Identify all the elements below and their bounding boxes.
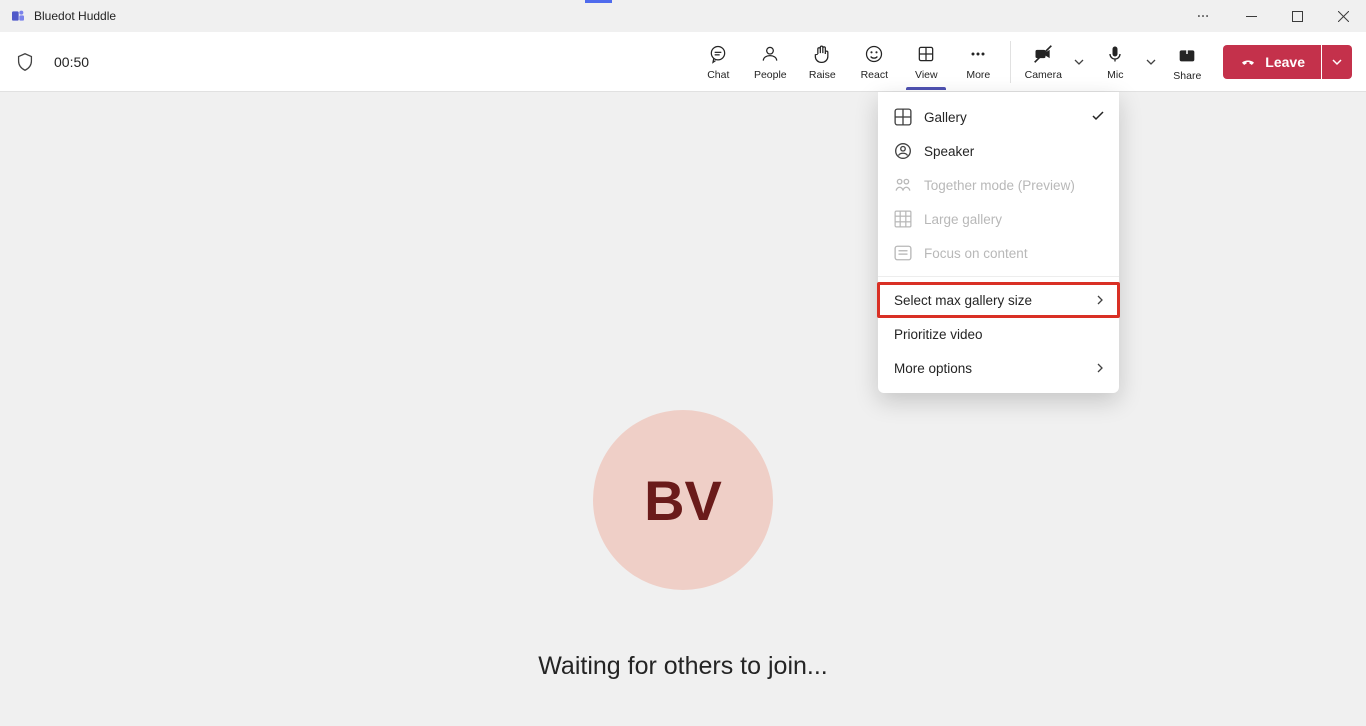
- together-icon: [894, 176, 912, 194]
- mic-button[interactable]: Mic: [1089, 34, 1141, 90]
- gallery-icon: [894, 108, 912, 126]
- dropdown-item-large-gallery: Large gallery: [878, 202, 1119, 236]
- focus-content-icon: [894, 244, 912, 262]
- dropdown-item-max-gallery[interactable]: Select max gallery size: [878, 283, 1119, 317]
- titlebar: Bluedot Huddle: [0, 0, 1366, 32]
- react-button[interactable]: React: [848, 34, 900, 90]
- dropdown-label: Select max gallery size: [894, 293, 1032, 308]
- speaker-icon: [894, 142, 912, 160]
- chevron-right-icon: [1095, 361, 1105, 376]
- minimize-button[interactable]: [1228, 0, 1274, 32]
- people-button[interactable]: People: [744, 34, 796, 90]
- leave-label: Leave: [1265, 54, 1305, 70]
- dropdown-item-together: Together mode (Preview): [878, 168, 1119, 202]
- titlebar-more-icon[interactable]: [1180, 0, 1226, 32]
- meeting-toolbar: 00:50 Chat People Raise React View More: [0, 32, 1366, 92]
- dropdown-label: Speaker: [924, 144, 974, 159]
- dropdown-label: Gallery: [924, 110, 967, 125]
- dropdown-label: More options: [894, 361, 972, 376]
- view-dropdown: Gallery Speaker Together mode (Preview) …: [878, 92, 1119, 393]
- more-button[interactable]: More: [952, 34, 1004, 90]
- view-label: View: [915, 69, 938, 81]
- close-button[interactable]: [1320, 0, 1366, 32]
- maximize-button[interactable]: [1274, 0, 1320, 32]
- dropdown-label: Together mode (Preview): [924, 178, 1075, 193]
- shield-icon[interactable]: [14, 51, 36, 73]
- meeting-stage: BV Waiting for others to join...: [0, 92, 1366, 726]
- window-title: Bluedot Huddle: [34, 9, 116, 23]
- check-icon: [1091, 109, 1105, 126]
- window-controls: [1228, 0, 1366, 32]
- more-label: More: [966, 69, 990, 81]
- dropdown-item-prioritize[interactable]: Prioritize video: [878, 317, 1119, 351]
- camera-label: Camera: [1025, 69, 1062, 81]
- share-button[interactable]: Share: [1161, 34, 1213, 90]
- dropdown-label: Large gallery: [924, 212, 1002, 227]
- chat-button[interactable]: Chat: [692, 34, 744, 90]
- call-timer: 00:50: [54, 54, 89, 70]
- dropdown-label: Focus on content: [924, 246, 1028, 261]
- dropdown-item-focus-content: Focus on content: [878, 236, 1119, 270]
- participant-avatar: BV: [593, 410, 773, 590]
- view-button[interactable]: View: [900, 34, 952, 90]
- toolbar-separator: [1010, 41, 1011, 83]
- dropdown-item-gallery[interactable]: Gallery: [878, 100, 1119, 134]
- accent-indicator: [585, 0, 612, 3]
- people-label: People: [754, 69, 787, 81]
- share-label: Share: [1173, 70, 1201, 82]
- waiting-text: Waiting for others to join...: [538, 652, 827, 681]
- leave-dropdown-icon[interactable]: [1322, 45, 1352, 79]
- raise-label: Raise: [809, 69, 836, 81]
- dropdown-label: Prioritize video: [894, 327, 983, 342]
- large-gallery-icon: [894, 210, 912, 228]
- mic-label: Mic: [1107, 69, 1123, 81]
- dropdown-item-more-options[interactable]: More options: [878, 351, 1119, 385]
- react-label: React: [861, 69, 888, 81]
- raise-button[interactable]: Raise: [796, 34, 848, 90]
- dropdown-separator: [878, 276, 1119, 277]
- teams-app-icon: [10, 8, 26, 24]
- camera-chevron-icon[interactable]: [1069, 57, 1089, 67]
- leave-button[interactable]: Leave: [1223, 45, 1321, 79]
- camera-button[interactable]: Camera: [1017, 34, 1069, 90]
- chevron-right-icon: [1095, 293, 1105, 308]
- mic-chevron-icon[interactable]: [1141, 57, 1161, 67]
- avatar-initials: BV: [644, 468, 722, 533]
- chat-label: Chat: [707, 69, 729, 81]
- dropdown-item-speaker[interactable]: Speaker: [878, 134, 1119, 168]
